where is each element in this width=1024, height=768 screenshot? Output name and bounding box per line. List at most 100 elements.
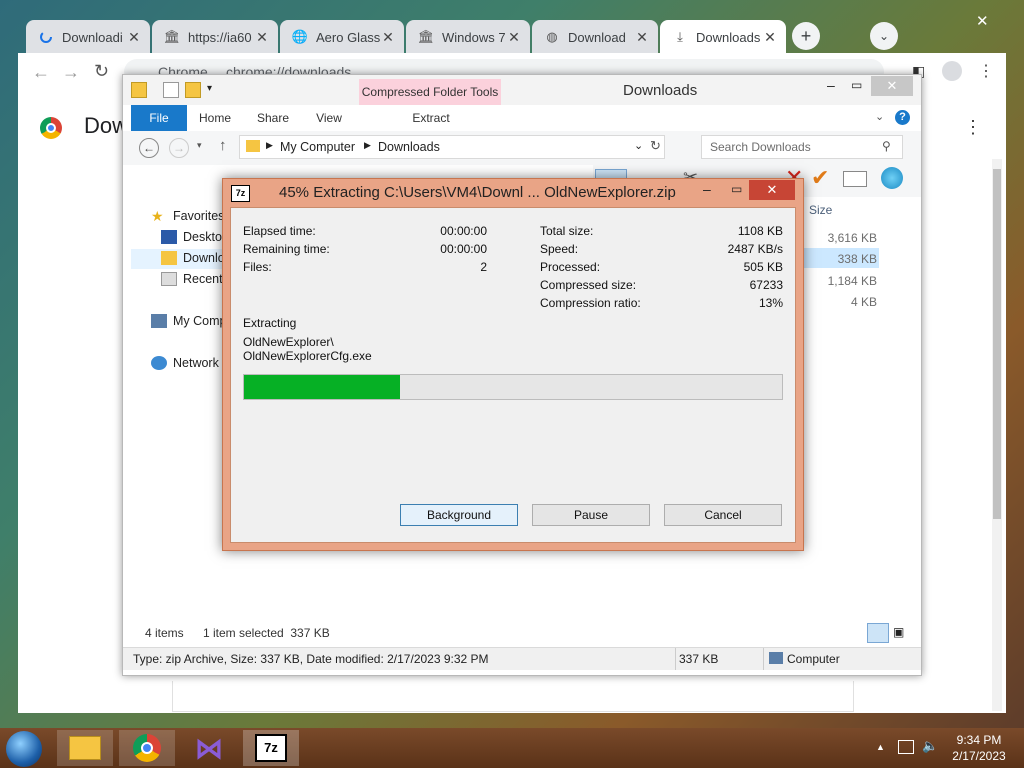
taskbar-explorer[interactable]: [57, 730, 113, 766]
forward-icon[interactable]: →: [169, 138, 189, 158]
chrome-tab-label: Downloads: [696, 29, 761, 45]
check-icon[interactable]: ✔: [811, 165, 829, 191]
computer-icon: [769, 652, 783, 664]
taskbar-visual-studio[interactable]: ⋈: [181, 730, 237, 766]
rename-icon[interactable]: [843, 171, 867, 187]
close-button[interactable]: ✕: [749, 180, 795, 200]
chrome-tab-1[interactable]: Downloadi ✕: [26, 20, 150, 54]
chevron-down-icon[interactable]: ⌄: [875, 110, 884, 123]
network-icon: [151, 356, 167, 370]
globe-icon[interactable]: [881, 167, 903, 189]
nav-label: Favorites: [173, 209, 225, 223]
folder-icon: [246, 140, 260, 152]
close-icon[interactable]: ✕: [380, 29, 396, 46]
new-folder-icon[interactable]: [185, 82, 201, 98]
compressed-size-label: Compressed size:: [540, 278, 637, 292]
volume-icon[interactable]: 🔈: [922, 738, 938, 754]
menu-icon[interactable]: ⋮: [978, 61, 994, 81]
minimize-icon[interactable]: ‒: [703, 181, 711, 197]
chrome-tab-4[interactable]: 🏛 Windows 7 ✕: [406, 20, 530, 54]
nav-computer[interactable]: My Comp: [151, 314, 226, 328]
tab-view[interactable]: View: [303, 105, 355, 131]
address-bar[interactable]: ▶ My Computer ▶ Downloads ⌄ ↻: [239, 135, 665, 159]
reload-icon[interactable]: ↻: [94, 61, 109, 82]
dialog-body: Elapsed time: 00:00:00 Remaining time: 0…: [230, 207, 796, 543]
nav-downloads[interactable]: Downlo: [161, 251, 225, 265]
help-icon[interactable]: ?: [895, 110, 910, 125]
nav-label: My Comp: [173, 314, 227, 328]
search-box[interactable]: Search Downloads ⚲: [701, 135, 903, 159]
chrome-tab-6[interactable]: ⤓ Downloads ✕: [660, 20, 786, 54]
download-icon: ⤓: [677, 29, 683, 44]
close-icon[interactable]: ✕: [762, 29, 778, 46]
clock-date: 2/17/2023: [952, 749, 1006, 763]
up-icon[interactable]: ↑: [219, 137, 227, 154]
nav-network[interactable]: Network: [151, 356, 219, 370]
divider: [763, 648, 764, 670]
network-tray-icon[interactable]: [898, 740, 914, 754]
chevron-down-icon[interactable]: ▾: [207, 83, 212, 94]
compression-ratio-value: 13%: [758, 296, 783, 310]
file-size: 3,616 KB: [827, 231, 877, 245]
dialog-title: 45% Extracting C:\Users\VM4\Downl ... Ol…: [279, 184, 676, 201]
chrome-tab-label: Aero Glass: [316, 29, 380, 45]
processed-label: Processed:: [540, 260, 601, 274]
clock[interactable]: 9:34 PM 2/17/2023: [950, 732, 1008, 764]
search-placeholder: Search Downloads: [710, 140, 811, 154]
scrollbar[interactable]: [992, 159, 1002, 711]
search-icon[interactable]: ⚲: [882, 139, 891, 153]
chevron-right-icon: ▶: [364, 140, 371, 150]
chrome-tab-5[interactable]: ◍ Download ✕: [532, 20, 658, 54]
size-column-header[interactable]: Size: [809, 203, 832, 217]
tab-file[interactable]: File: [131, 105, 187, 131]
show-hidden-icons[interactable]: ▲: [876, 742, 885, 752]
close-icon[interactable]: ✕: [976, 12, 989, 30]
cancel-button[interactable]: Cancel: [664, 504, 782, 526]
page-menu-icon[interactable]: ⋮: [964, 117, 982, 138]
total-size-label: Total size:: [540, 224, 594, 238]
taskbar-7zip[interactable]: 7z: [243, 730, 299, 766]
chrome-tab-label: Windows 7: [442, 29, 506, 45]
chrome-logo-icon: [133, 734, 161, 762]
forward-icon[interactable]: →: [62, 62, 80, 83]
chrome-logo-icon: [40, 117, 62, 139]
recent-locations-icon[interactable]: ▾: [197, 140, 202, 151]
nav-desktop[interactable]: Desktop: [161, 230, 229, 244]
properties-icon[interactable]: [163, 82, 179, 98]
tab-search-button[interactable]: ⌄: [870, 22, 898, 50]
chrome-tab-2[interactable]: 🏛 https://ia60 ✕: [152, 20, 278, 54]
profile-icon[interactable]: [942, 61, 962, 81]
pause-button[interactable]: Pause: [532, 504, 650, 526]
refresh-icon[interactable]: ↻: [650, 138, 661, 154]
details-view-icon[interactable]: [867, 623, 889, 643]
chevron-down-icon[interactable]: ⌄: [634, 139, 643, 152]
close-icon[interactable]: ✕: [126, 29, 142, 46]
maximize-icon[interactable]: ▭: [851, 78, 862, 92]
close-icon[interactable]: ✕: [506, 29, 522, 46]
context-tab-header: Compressed Folder Tools: [359, 79, 501, 105]
tab-home[interactable]: Home: [189, 105, 241, 131]
download-card: [172, 681, 854, 712]
close-button[interactable]: ✕: [871, 76, 913, 96]
chrome-tab-label: https://ia60: [188, 29, 252, 45]
background-button[interactable]: Background: [400, 504, 518, 526]
start-button[interactable]: [6, 731, 42, 767]
tiles-view-icon[interactable]: ▣: [893, 625, 904, 639]
close-icon[interactable]: ✕: [634, 29, 650, 46]
maximize-icon[interactable]: ▭: [731, 182, 742, 196]
breadcrumb-item[interactable]: Downloads: [378, 140, 440, 154]
progress-fill: [244, 375, 401, 399]
tab-share[interactable]: Share: [245, 105, 301, 131]
nav-favorites[interactable]: ★ Favorites: [151, 209, 224, 223]
new-tab-button[interactable]: +: [792, 22, 820, 50]
file-size: 4 KB: [850, 295, 877, 309]
breadcrumb-item[interactable]: My Computer: [280, 140, 355, 154]
close-icon[interactable]: ✕: [254, 29, 270, 46]
back-icon[interactable]: ←: [32, 62, 50, 83]
tab-extract[interactable]: Extract: [361, 105, 501, 131]
back-icon[interactable]: ←: [139, 138, 159, 158]
minimize-icon[interactable]: ‒: [827, 77, 835, 93]
taskbar-chrome[interactable]: [119, 730, 175, 766]
archive-icon: 🏛: [163, 29, 181, 44]
chrome-tab-3[interactable]: 🌐 Aero Glass ✕: [280, 20, 404, 54]
